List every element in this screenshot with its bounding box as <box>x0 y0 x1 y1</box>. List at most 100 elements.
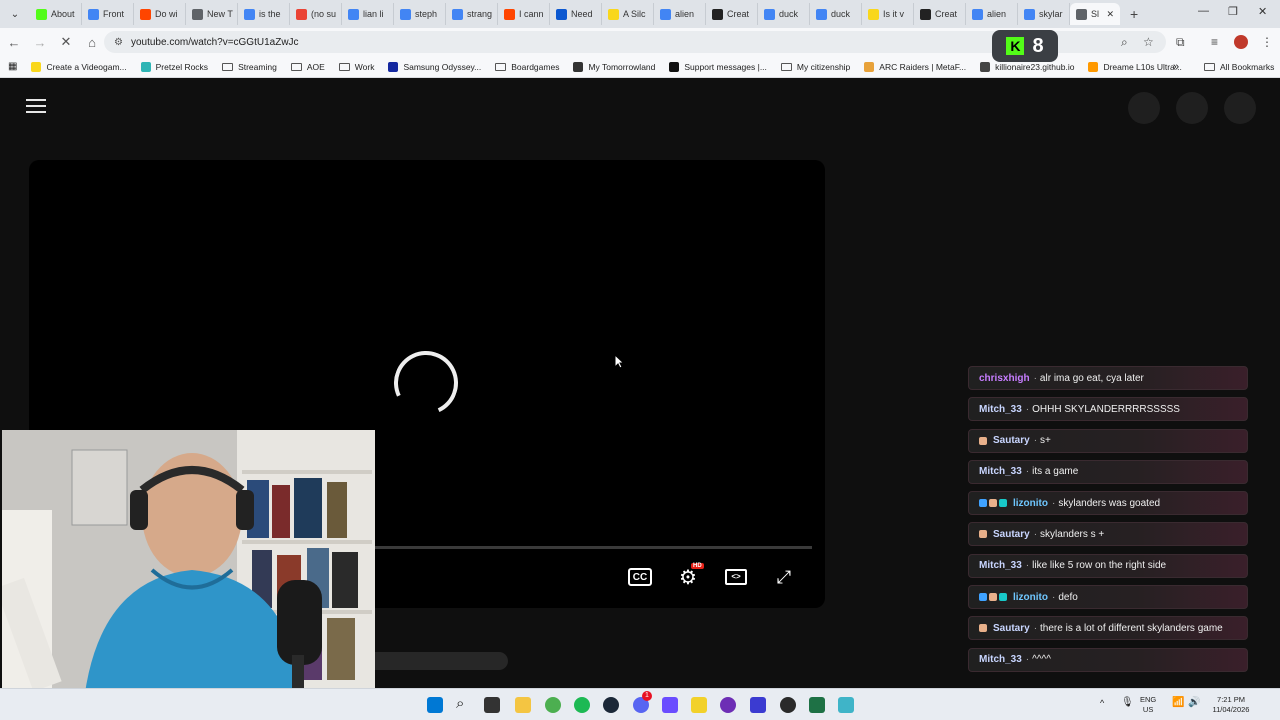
new-tab-button[interactable]: + <box>1130 6 1138 22</box>
bookmarks-overflow-button[interactable]: » <box>1173 61 1179 73</box>
chat-separator: · <box>1052 497 1056 509</box>
tab-title: Creat <box>727 9 750 19</box>
browser-tab[interactable]: A Silc <box>602 3 654 25</box>
clock[interactable]: 7:21 PM 11/04/2026 <box>1206 695 1256 715</box>
maximize-button[interactable]: ❐ <box>1228 5 1238 18</box>
bookmark-star-icon[interactable]: ☆ <box>1143 35 1154 49</box>
tray-overflow-icon[interactable]: ^ <box>1100 698 1104 708</box>
profile-avatar[interactable] <box>1234 35 1248 49</box>
bookmark-item[interactable]: Pretzel Rocks <box>140 61 208 72</box>
bookmark-item[interactable]: Create a Videogam... <box>31 61 127 72</box>
tab-title: New T <box>207 9 233 19</box>
tab-favicon-icon <box>608 8 619 20</box>
browser-tab[interactable]: New T <box>186 3 238 25</box>
browser-tab[interactable]: strang <box>446 3 498 25</box>
theater-mode-button[interactable]: <> <box>723 566 749 588</box>
browser-tab[interactable]: I cann <box>498 3 550 25</box>
excel-icon[interactable] <box>809 697 825 713</box>
chat-text: alr ima go eat, cya later <box>1039 372 1144 384</box>
steam-icon[interactable] <box>603 697 619 713</box>
minimize-button[interactable]: — <box>1198 5 1209 17</box>
sticky-notes-icon[interactable] <box>691 697 707 713</box>
browser-tab[interactable]: Sl ✕ <box>1070 3 1120 25</box>
browser-tab[interactable]: Is it v <box>862 3 914 25</box>
webcam-scene <box>2 430 375 720</box>
browser-tab[interactable]: lian li <box>342 3 394 25</box>
spotify-icon[interactable] <box>574 697 590 713</box>
apps-grid-icon[interactable]: ▦ <box>8 61 17 72</box>
search-icon[interactable]: ⌕ <box>456 695 472 712</box>
forward-button[interactable]: → <box>28 30 52 54</box>
bookmark-item[interactable]: killionaire23.github.io <box>980 61 1074 72</box>
wifi-icon[interactable]: 📶 <box>1172 698 1184 708</box>
vs-app-icon[interactable] <box>750 697 766 713</box>
bookmark-item[interactable]: My Tomorrowland <box>573 61 655 72</box>
close-tab-icon[interactable]: ✕ <box>1106 9 1114 20</box>
browser-tab[interactable]: About <box>30 3 82 25</box>
tab-title: duck <box>831 9 851 19</box>
site-info-icon[interactable]: ⚙ <box>114 37 123 48</box>
browser-tab[interactable]: is the <box>238 3 290 25</box>
chat-text: ^^^^ <box>1032 654 1051 666</box>
cc-icon: CC <box>628 568 652 586</box>
browser-tab[interactable]: Need <box>550 3 602 25</box>
hamburger-menu-icon[interactable] <box>26 99 46 113</box>
bookmark-item[interactable]: Boardgames <box>495 62 559 72</box>
home-button[interactable]: ⌂ <box>80 30 104 54</box>
discord-icon[interactable]: 1 <box>633 691 652 713</box>
bookmark-item[interactable]: My citizenship <box>780 62 850 72</box>
browser-toolbar: ← → ✕ ⌂ ⚙ youtube.com/watch?v=cGGtU1aZwJ… <box>0 28 1280 62</box>
obs-icon[interactable] <box>780 697 796 713</box>
chat-separator: · <box>1025 654 1030 666</box>
language-indicator[interactable]: ENG US <box>1140 695 1156 715</box>
bookmark-item[interactable]: Work <box>338 62 374 72</box>
menu-kebab-icon[interactable]: ⋮ <box>1261 35 1273 49</box>
zoom-icon[interactable]: ⌕ <box>1121 35 1128 50</box>
volume-icon[interactable]: 🔊 <box>1188 698 1200 708</box>
close-window-button[interactable]: ✕ <box>1258 5 1267 18</box>
bookmark-item[interactable]: Dreame L10s Ultra... <box>1088 61 1182 72</box>
settings-button[interactable]: ⚙ HD <box>675 563 704 589</box>
twitch-app-icon[interactable] <box>720 697 736 713</box>
chat-badge-icon <box>979 624 987 633</box>
task-view-icon[interactable] <box>484 697 500 713</box>
start-button-icon[interactable] <box>427 697 443 713</box>
bookmark-item[interactable]: Support messages |... <box>669 61 767 72</box>
microphone-icon[interactable]: 🎙 <box>1121 698 1134 708</box>
media-controls-icon[interactable]: ≡ <box>1211 35 1218 49</box>
browser-tab[interactable]: Creat <box>706 3 758 25</box>
app-grid-icon[interactable] <box>662 697 678 713</box>
extensions-icon[interactable]: ⧉ <box>1176 35 1185 50</box>
tab-search-button[interactable]: ⌄ <box>4 3 26 25</box>
browser-tab[interactable]: Do wi <box>134 3 186 25</box>
chat-username: Mitch_33 <box>979 403 1022 415</box>
browser-tab[interactable]: skylar <box>1018 3 1070 25</box>
file-explorer-icon[interactable] <box>515 697 531 713</box>
all-bookmarks-folder[interactable]: All Bookmarks <box>1204 62 1274 72</box>
bookmark-item[interactable]: Samsung Odyssey... <box>388 61 481 72</box>
clock-date: 11/04/2026 <box>1212 705 1250 714</box>
fullscreen-button[interactable]: ⤢ <box>771 566 797 588</box>
chrome-icon[interactable] <box>545 697 561 713</box>
progress-bar[interactable] <box>374 546 812 549</box>
notepad-icon[interactable] <box>838 697 854 713</box>
tab-title: alien <box>987 9 1007 19</box>
stop-loading-button[interactable]: ✕ <box>54 30 78 54</box>
bookmark-item[interactable]: Streaming <box>222 62 277 72</box>
browser-tab[interactable]: alien <box>966 3 1018 25</box>
chat-text: there is a lot of different skylanders g… <box>1040 622 1223 634</box>
kick-extension-overlay[interactable]: K 8 <box>992 30 1058 62</box>
back-button[interactable]: ← <box>2 30 26 54</box>
tab-title: Sl <box>1091 9 1100 19</box>
tab-favicon-icon <box>764 8 775 20</box>
captions-button[interactable]: CC <box>627 566 653 588</box>
browser-tab[interactable]: Front <box>82 3 134 25</box>
browser-tab[interactable]: steph <box>394 3 446 25</box>
bookmark-item[interactable]: AOE <box>290 62 325 72</box>
browser-tab[interactable]: (no su <box>290 3 342 25</box>
browser-tab[interactable]: Creat <box>914 3 966 25</box>
bookmark-item[interactable]: ARC Raiders | MetaF... <box>864 61 966 72</box>
browser-tab[interactable]: duck <box>758 3 810 25</box>
browser-tab[interactable]: alien <box>654 3 706 25</box>
browser-tab[interactable]: duck <box>810 3 862 25</box>
